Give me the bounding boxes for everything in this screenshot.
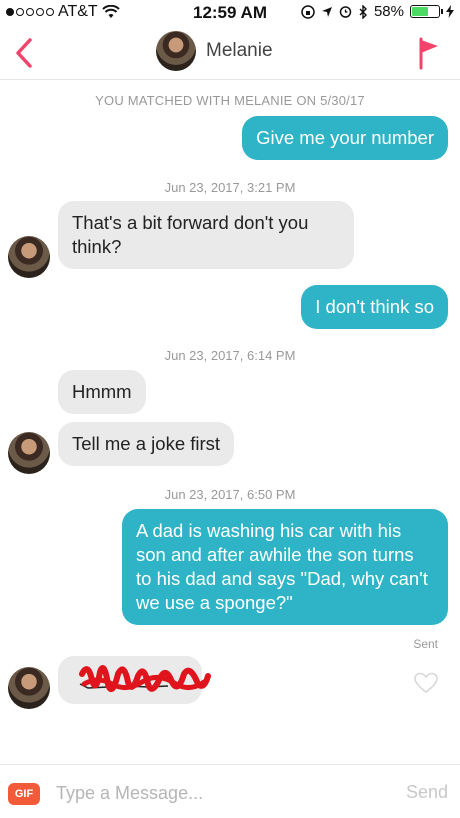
outgoing-message-bubble[interactable]: I don't think so (301, 285, 448, 329)
status-bar: AT&T 12:59 AM 58% (0, 0, 460, 26)
chat-header: Melanie (0, 26, 460, 80)
redaction-scribble-icon (79, 665, 211, 693)
message-composer: GIF Send (0, 764, 460, 818)
alarm-icon (339, 6, 352, 18)
outgoing-message-bubble[interactable]: A dad is washing his car with his son an… (122, 509, 448, 625)
contact-profile-link[interactable]: Melanie (156, 31, 273, 71)
rotation-lock-icon (301, 4, 315, 19)
message-timestamp: Jun 23, 2017, 6:50 PM (164, 487, 296, 502)
message-timestamp: Jun 23, 2017, 6:14 PM (164, 348, 296, 363)
status-icons: 58% (301, 3, 454, 20)
outgoing-message-bubble[interactable]: Give me your number (242, 116, 448, 160)
match-notice: YOU MATCHED WITH MELANIE ON 5/30/17 (95, 93, 365, 108)
gif-button[interactable]: GIF (8, 783, 40, 805)
bluetooth-icon (359, 4, 367, 19)
back-chevron-icon[interactable] (10, 36, 40, 70)
battery-percent: 58% (373, 3, 404, 20)
sent-status: Sent (413, 637, 438, 651)
flag-icon[interactable] (416, 36, 442, 70)
message-timestamp: Jun 23, 2017, 3:21 PM (164, 180, 296, 195)
incoming-message-bubble[interactable]: Hmmm (58, 370, 146, 414)
location-icon (321, 6, 332, 17)
avatar[interactable] (8, 432, 50, 474)
battery-icon (410, 5, 443, 18)
charging-icon (446, 5, 454, 18)
contact-name: Melanie (206, 40, 273, 61)
like-heart-icon[interactable] (414, 672, 438, 694)
avatar (156, 31, 196, 71)
incoming-message-bubble[interactable]: Tell me a joke first (58, 422, 235, 466)
avatar[interactable] (8, 236, 50, 278)
message-input[interactable] (56, 779, 376, 807)
incoming-message-bubble-redacted[interactable] (58, 656, 211, 704)
avatar[interactable] (8, 667, 50, 709)
incoming-message-bubble[interactable]: That's a bit forward don't you think? (58, 201, 354, 269)
send-button[interactable]: Send (406, 782, 448, 803)
